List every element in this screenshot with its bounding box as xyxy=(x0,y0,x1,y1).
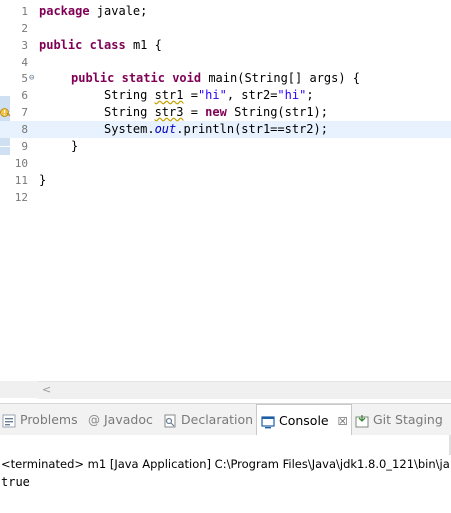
code-text: = xyxy=(183,88,198,102)
tab-git-staging[interactable]: Git Staging xyxy=(355,404,443,435)
keyword: public xyxy=(71,71,115,85)
warning-icon[interactable] xyxy=(0,107,11,118)
problems-icon xyxy=(2,414,16,427)
tab-problems[interactable]: Problems xyxy=(2,404,78,435)
tab-label: Console xyxy=(279,413,329,428)
code-line: public static void main(String[] args) { xyxy=(71,70,360,87)
code-text: .println(str1==str2); xyxy=(176,122,328,136)
code-line: String str1 ="hi", str2="hi"; xyxy=(104,87,314,104)
tab-label: Declaration xyxy=(181,412,254,427)
declaration-icon xyxy=(164,414,176,427)
code-line: String str3 = new String(str1); xyxy=(104,104,328,121)
line-number: 9 xyxy=(21,140,28,153)
static-field: out xyxy=(154,122,177,136)
code-text: String xyxy=(104,105,155,119)
code-line: System.out.println(str1==str2); xyxy=(104,121,328,138)
keyword: void xyxy=(172,71,202,85)
code-text: , str2= xyxy=(226,88,278,102)
keyword: public xyxy=(39,38,83,52)
line-number: 5 xyxy=(21,72,28,85)
code-text: String(str1); xyxy=(226,105,329,119)
git-staging-icon xyxy=(355,414,369,427)
keyword: class xyxy=(89,38,126,52)
bottom-panel-tabs: Problems @ Javadoc Declaration Console ☒ … xyxy=(0,403,451,437)
tab-label: Git Staging xyxy=(373,412,443,427)
overview-ruler xyxy=(0,0,10,381)
variable-warning: str1 xyxy=(154,88,184,102)
code-line: } xyxy=(71,139,79,153)
close-icon[interactable]: ☒ xyxy=(338,415,348,428)
code-text: main(String[] args) { xyxy=(201,71,361,85)
ruler-marker xyxy=(0,147,10,155)
javadoc-icon: @ xyxy=(88,413,100,427)
keyword: package xyxy=(39,4,90,18)
tab-label: Javadoc xyxy=(104,412,153,427)
keyword: new xyxy=(205,105,227,119)
code-line: } xyxy=(39,173,47,187)
string-literal: "hi" xyxy=(197,88,227,102)
line-number: 3 xyxy=(21,39,28,52)
line-number: 12 xyxy=(14,191,28,204)
code-text: m1 { xyxy=(125,38,162,52)
horizontal-scrollbar[interactable]: < xyxy=(38,381,451,399)
line-number: 6 xyxy=(21,89,28,102)
line-number: 11 xyxy=(14,174,28,187)
code-text: = xyxy=(183,105,206,119)
console-process-status: <terminated> m1 [Java Application] C:\Pr… xyxy=(1,457,450,471)
code-editor[interactable]: 1 2 3 4 5 6 7 8 9 10 11 12 ⊖ package jav… xyxy=(0,0,451,381)
line-number: 10 xyxy=(14,157,28,170)
line-number: 4 xyxy=(21,56,28,69)
code-text: javale; xyxy=(89,4,148,18)
scroll-gap xyxy=(0,381,38,398)
code-line: package javale; xyxy=(39,3,147,20)
console-icon xyxy=(261,415,275,428)
code-text: System. xyxy=(104,122,155,136)
scroll-left-icon[interactable]: < xyxy=(42,383,51,396)
variable-warning: str3 xyxy=(154,105,184,119)
code-text: ; xyxy=(306,88,314,102)
keyword: static xyxy=(121,71,165,85)
code-line: public class m1 { xyxy=(39,37,162,54)
fold-collapse-icon[interactable]: ⊖ xyxy=(29,70,34,87)
line-number: 7 xyxy=(21,106,28,119)
line-number: 8 xyxy=(21,123,28,136)
tab-label: Problems xyxy=(20,412,78,427)
code-text: String xyxy=(104,88,155,102)
console-view[interactable]: <terminated> m1 [Java Application] C:\Pr… xyxy=(0,435,451,513)
line-number: 2 xyxy=(21,22,28,35)
tab-console[interactable]: Console ☒ xyxy=(256,404,352,437)
line-number: 1 xyxy=(21,5,28,18)
tab-declaration[interactable]: Declaration xyxy=(163,404,253,435)
string-literal: "hi" xyxy=(277,88,307,102)
console-output: true xyxy=(1,475,30,489)
tab-javadoc[interactable]: @ Javadoc xyxy=(88,404,153,435)
